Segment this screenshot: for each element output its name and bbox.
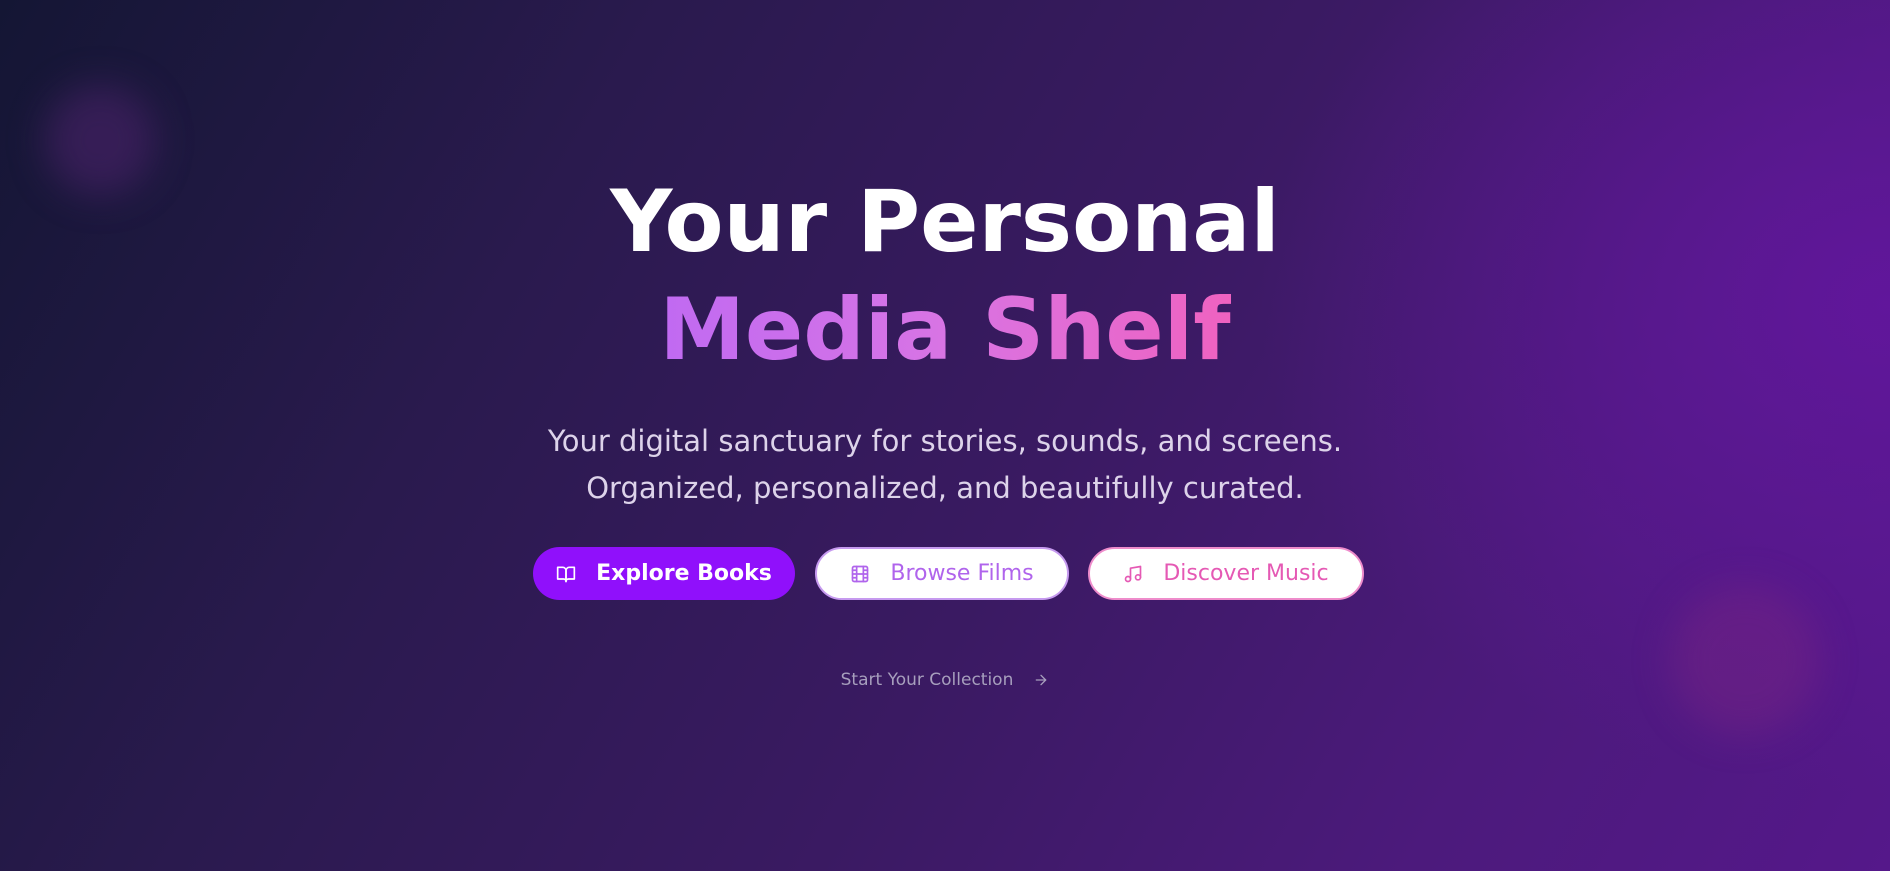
book-open-icon: [556, 564, 576, 584]
start-collection-link[interactable]: Start Your Collection: [0, 670, 1890, 690]
hero-title-highlight: Media Shelf: [659, 280, 1231, 380]
film-icon: [850, 564, 870, 584]
hero-title-line2: Media Shelf: [0, 280, 1890, 380]
category-buttons: Explore Books Browse Films Discover Musi…: [0, 547, 1890, 600]
browse-films-button[interactable]: Browse Films: [815, 547, 1069, 600]
music-note-icon: [1123, 564, 1143, 584]
hero-subtitle: Your digital sanctuary for stories, soun…: [0, 418, 1890, 512]
explore-books-label: Explore Books: [596, 561, 772, 586]
hero-title-line1: Your Personal: [610, 172, 1280, 272]
browse-films-label: Browse Films: [890, 561, 1034, 586]
background-glow-right: [1670, 585, 1820, 735]
start-collection-label: Start Your Collection: [840, 670, 1014, 690]
hero-subtitle-line1: Your digital sanctuary for stories, soun…: [547, 424, 1343, 458]
hero-subtitle-line2: Organized, personalized, and beautifully…: [586, 471, 1304, 505]
discover-music-button[interactable]: Discover Music: [1088, 547, 1364, 600]
explore-books-button[interactable]: Explore Books: [533, 547, 795, 600]
arrow-right-icon: [1033, 672, 1049, 688]
discover-music-label: Discover Music: [1163, 561, 1329, 586]
